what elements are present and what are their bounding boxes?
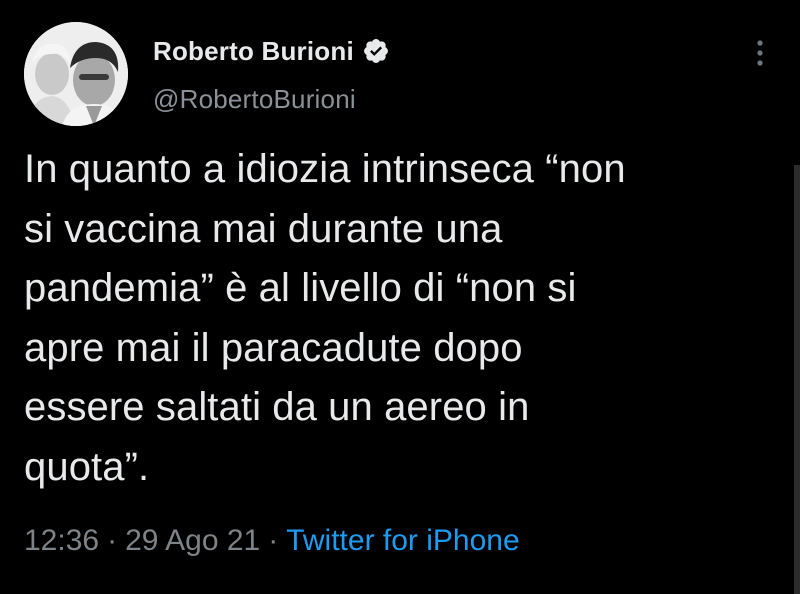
more-vertical-icon[interactable] <box>748 38 772 68</box>
verified-badge-icon <box>363 39 388 63</box>
avatar-image <box>24 22 128 126</box>
tweet-time[interactable]: 12:36 <box>24 524 99 558</box>
author-avatar[interactable] <box>24 22 128 126</box>
author-display-name[interactable]: Roberto Burioni <box>153 36 354 67</box>
tweet-date[interactable]: 29 Ago 21 <box>125 524 260 558</box>
author-name-row[interactable]: Roberto Burioni <box>153 33 390 69</box>
author-handle[interactable]: @RobertoBurioni <box>153 84 356 115</box>
meta-separator: · <box>107 524 118 557</box>
scrollbar[interactable] <box>794 165 800 594</box>
meta-separator: · <box>268 524 279 557</box>
tweet-text: In quanto a idiozia intrinseca “non si v… <box>24 147 626 489</box>
tweet-source-link[interactable]: Twitter for iPhone <box>286 524 519 558</box>
tweet-card: Roberto Burioni @RobertoBurioni In quant… <box>0 0 800 594</box>
tweet-meta: 12:36 · 29 Ago 21 · Twitter for iPhone <box>24 524 520 558</box>
